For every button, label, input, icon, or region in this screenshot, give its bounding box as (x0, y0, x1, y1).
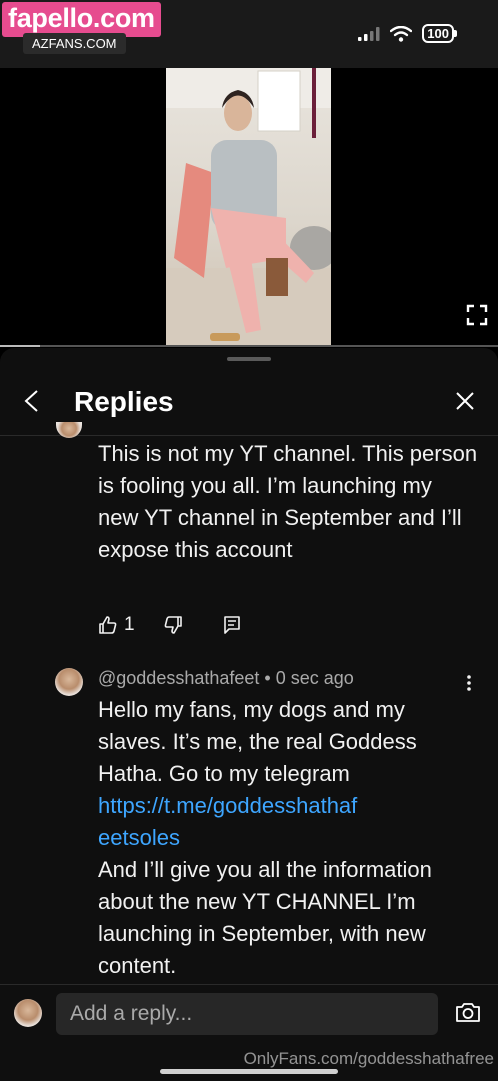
comment-meta: @goddesshathafeet • 0 sec ago (98, 668, 354, 689)
camera-icon[interactable] (455, 1001, 481, 1023)
wifi-icon (390, 25, 413, 42)
thumbs-down-icon[interactable] (163, 615, 183, 635)
close-icon[interactable] (455, 391, 475, 411)
meta-separator: • (264, 668, 276, 688)
comment-time: 0 sec ago (275, 668, 354, 688)
video-progress-bar[interactable] (0, 345, 498, 347)
comment-author[interactable]: @goddesshathafeet (98, 668, 259, 688)
drag-handle[interactable] (227, 357, 271, 361)
comment-text: Hello my fans, my dogs and my slaves. It… (98, 694, 478, 982)
comment-actions: 1 (98, 614, 241, 636)
chevron-left-icon[interactable] (22, 390, 42, 412)
comment-text: This is not my YT channel. This person i… (98, 441, 478, 562)
like-count: 1 (124, 614, 135, 635)
video-progress-fill (0, 345, 40, 347)
status-bar: fapello.com AZFANS.COM 100 (0, 0, 498, 68)
telegram-link[interactable]: https://t.me/goddesshathafeetsoles (98, 790, 368, 854)
status-icons: 100 (358, 24, 457, 43)
reply-input[interactable]: Add a reply... (56, 993, 438, 1035)
home-indicator (160, 1069, 338, 1074)
page-title: Replies (74, 386, 174, 417)
watermark-sub-logo: AZFANS.COM (23, 33, 126, 54)
video-thumbnail-image (166, 68, 331, 347)
watermark-footer: OnlyFans.com/goddesshathafree (243, 1049, 494, 1068)
comment-text-part: And I’ll give you all the information ab… (98, 857, 432, 978)
battery-indicator: 100 (422, 24, 457, 43)
replies-panel: Replies This is not my YT channel. This … (0, 348, 498, 1080)
video-frame (166, 68, 331, 347)
avatar (14, 999, 42, 1027)
fullscreen-icon[interactable] (466, 304, 488, 326)
avatar[interactable] (55, 668, 83, 696)
signal-icon (358, 26, 380, 41)
thumbs-up-icon (99, 616, 117, 634)
like-button[interactable]: 1 (98, 614, 135, 636)
kebab-icon[interactable] (466, 674, 472, 692)
comment-icon[interactable] (223, 615, 241, 635)
video-player[interactable] (0, 68, 498, 347)
watermark-logo: fapello.com (2, 2, 161, 37)
comment-text-part: Hello my fans, my dogs and my slaves. It… (98, 697, 417, 786)
